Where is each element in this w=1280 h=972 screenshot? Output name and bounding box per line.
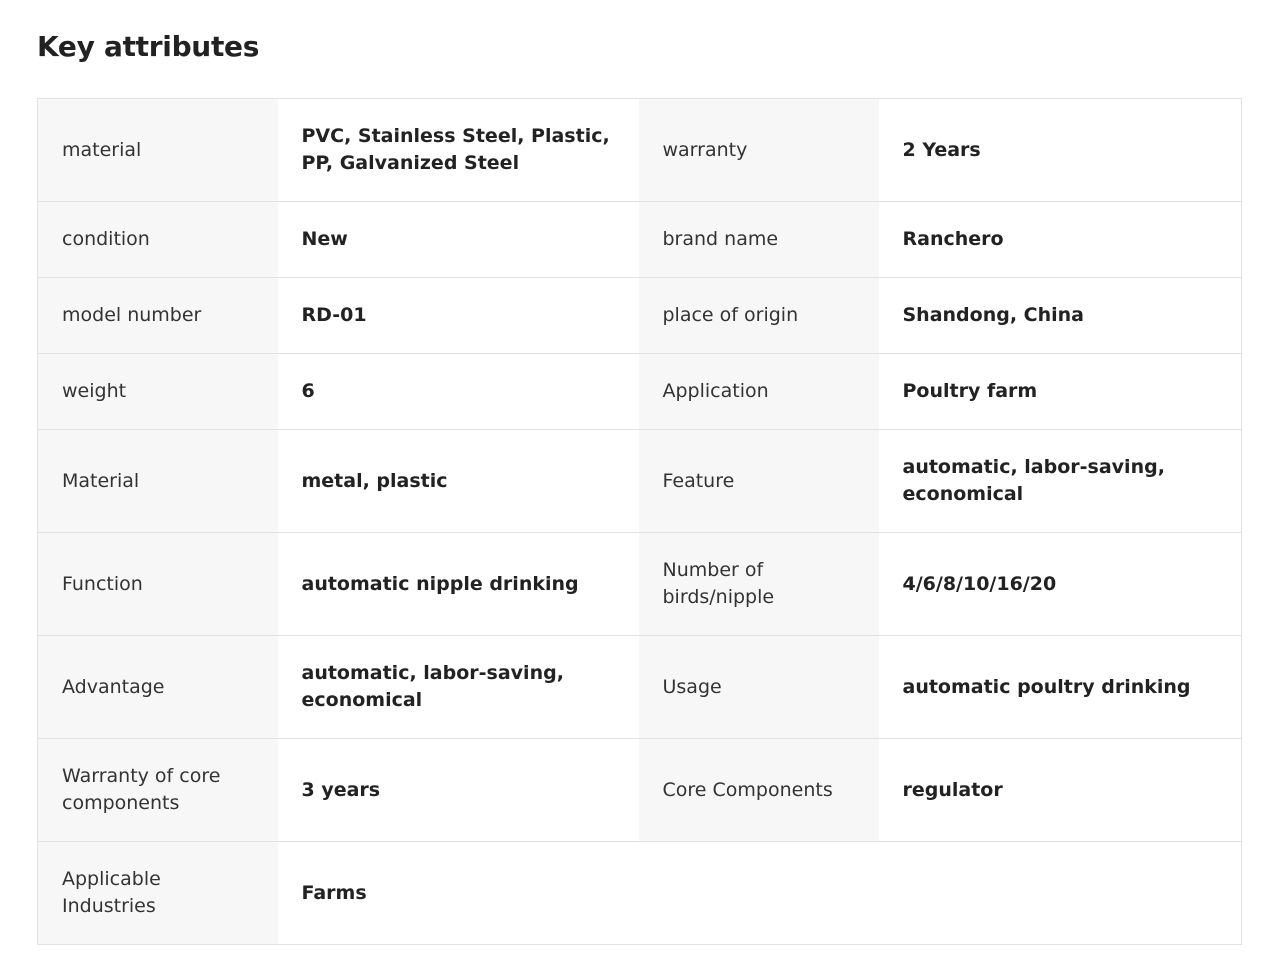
attribute-key: Advantage: [37, 635, 278, 739]
attribute-value: 6: [277, 353, 639, 430]
attribute-value: metal, plastic: [277, 429, 639, 533]
table-row: weight 6 Application Poultry farm: [37, 353, 1242, 430]
attribute-value: automatic, labor-saving, economical: [878, 429, 1242, 533]
attribute-value: 4/6/8/10/16/20: [878, 532, 1242, 636]
attribute-value: regulator: [878, 738, 1242, 842]
table-row: Applicable Industries Farms: [37, 841, 1242, 945]
table-row: Function automatic nipple drinking Numbe…: [37, 532, 1242, 636]
section-title: Key attributes: [37, 30, 260, 63]
attribute-key: condition: [37, 201, 278, 278]
empty-cell: [878, 841, 1242, 945]
attribute-value: New: [277, 201, 639, 278]
table-row: condition New brand name Ranchero: [37, 201, 1242, 278]
attribute-value: Farms: [277, 841, 639, 945]
attribute-key: Applicable Industries: [37, 841, 278, 945]
attribute-key: brand name: [638, 201, 879, 278]
attribute-key: model number: [37, 277, 278, 354]
table-row: Warranty of core components 3 years Core…: [37, 738, 1242, 842]
attribute-value: 2 Years: [878, 98, 1242, 202]
table-row: Advantage automatic, labor-saving, econo…: [37, 635, 1242, 739]
attribute-key: Function: [37, 532, 278, 636]
attribute-key: Number of birds/nipple: [638, 532, 879, 636]
attribute-value: PVC, Stainless Steel, Plastic, PP, Galva…: [277, 98, 639, 202]
key-attributes-page: Key attributes material PVC, Stainless S…: [0, 0, 1280, 972]
attribute-key: Usage: [638, 635, 879, 739]
attribute-value: automatic poultry drinking: [878, 635, 1242, 739]
table-row: Material metal, plastic Feature automati…: [37, 429, 1242, 533]
attribute-value: RD-01: [277, 277, 639, 354]
attribute-value: Poultry farm: [878, 353, 1242, 430]
attribute-key: Material: [37, 429, 278, 533]
attribute-key: Warranty of core components: [37, 738, 278, 842]
empty-cell: [638, 841, 879, 945]
attribute-key: Application: [638, 353, 879, 430]
table-row: material PVC, Stainless Steel, Plastic, …: [37, 98, 1242, 202]
table-row: model number RD-01 place of origin Shand…: [37, 277, 1242, 354]
attribute-value: automatic, labor-saving, economical: [277, 635, 639, 739]
attributes-table: material PVC, Stainless Steel, Plastic, …: [37, 98, 1242, 945]
attribute-key: Core Components: [638, 738, 879, 842]
attribute-key: material: [37, 98, 278, 202]
attribute-key: Feature: [638, 429, 879, 533]
attribute-value: Shandong, China: [878, 277, 1242, 354]
attribute-value: 3 years: [277, 738, 639, 842]
attribute-key: warranty: [638, 98, 879, 202]
attribute-key: weight: [37, 353, 278, 430]
attribute-value: Ranchero: [878, 201, 1242, 278]
attribute-value: automatic nipple drinking: [277, 532, 639, 636]
attribute-key: place of origin: [638, 277, 879, 354]
